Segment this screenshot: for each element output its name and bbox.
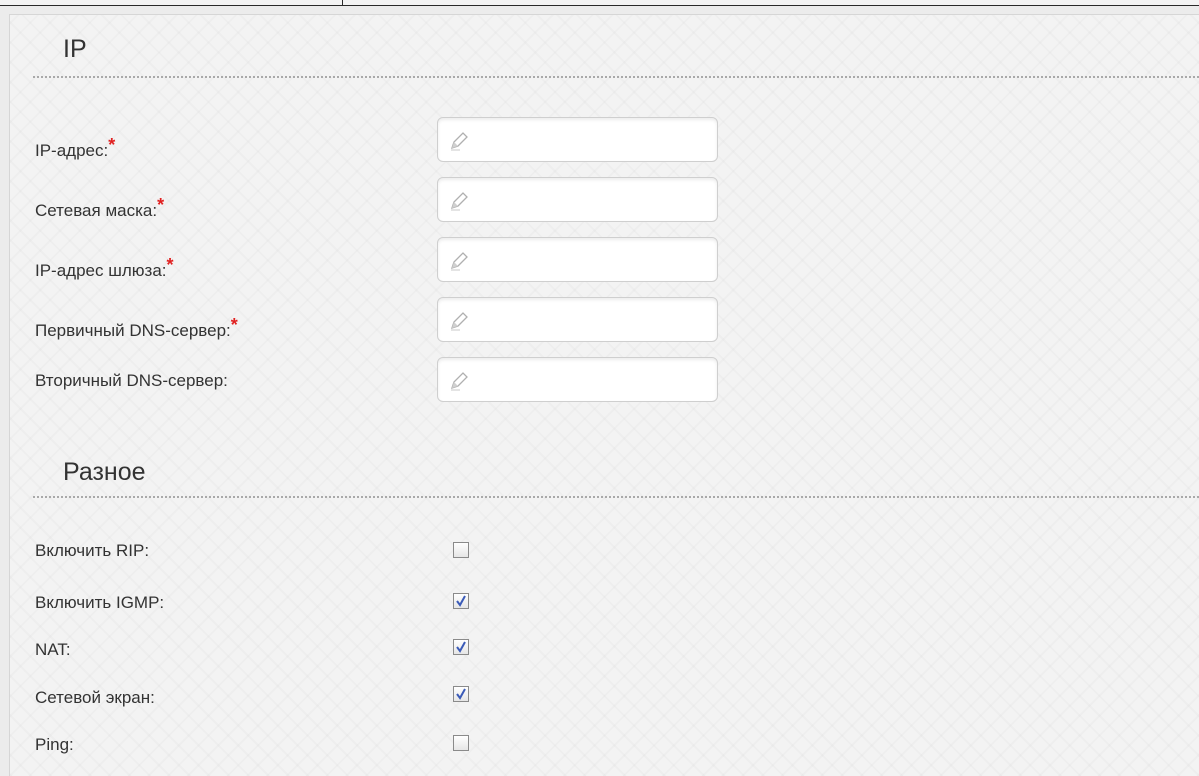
top-frame-divider — [342, 0, 343, 6]
section-title-misc: Разное — [63, 458, 146, 486]
ping-checkbox[interactable] — [453, 735, 469, 751]
nat-label: NAT: — [35, 640, 71, 659]
rip-label: Включить RIP: — [35, 541, 150, 560]
ping-label: Ping: — [35, 735, 74, 754]
section-divider-ip — [33, 76, 1199, 78]
gateway-label: IP-адрес шлюза:* — [35, 255, 174, 280]
checkmark-icon — [456, 641, 466, 653]
firewall-label: Сетевой экран: — [35, 688, 155, 707]
page: IP IP-адрес:* Сетевая маска:* IP-адрес ш… — [0, 0, 1199, 776]
section-title-ip: IP — [63, 35, 87, 63]
secondary-dns-input[interactable] — [437, 357, 718, 402]
pencil-icon — [450, 252, 468, 271]
section-divider-misc — [33, 496, 1199, 498]
checkmark-icon — [456, 595, 466, 607]
required-mark: * — [157, 195, 165, 215]
ip-address-input[interactable] — [437, 117, 718, 162]
netmask-label: Сетевая маска:* — [35, 195, 165, 220]
pencil-icon — [450, 372, 468, 391]
checkmark-icon — [456, 688, 466, 700]
required-mark: * — [108, 135, 116, 155]
igmp-label: Включить IGMP: — [35, 593, 165, 612]
ip-address-label: IP-адрес:* — [35, 135, 116, 160]
rip-checkbox[interactable] — [453, 542, 469, 558]
pencil-icon — [450, 312, 468, 331]
gateway-input[interactable] — [437, 237, 718, 282]
firewall-checkbox[interactable] — [453, 686, 469, 702]
required-mark: * — [230, 315, 238, 335]
top-frame-border — [0, 0, 1199, 6]
netmask-input[interactable] — [437, 177, 718, 222]
primary-dns-input[interactable] — [437, 297, 718, 342]
primary-dns-label: Первичный DNS-сервер:* — [35, 315, 238, 340]
pencil-icon — [450, 132, 468, 151]
secondary-dns-label: Вторичный DNS-сервер: — [35, 371, 228, 390]
required-mark: * — [166, 255, 174, 275]
igmp-checkbox[interactable] — [453, 593, 469, 609]
nat-checkbox[interactable] — [453, 639, 469, 655]
pencil-icon — [450, 192, 468, 211]
